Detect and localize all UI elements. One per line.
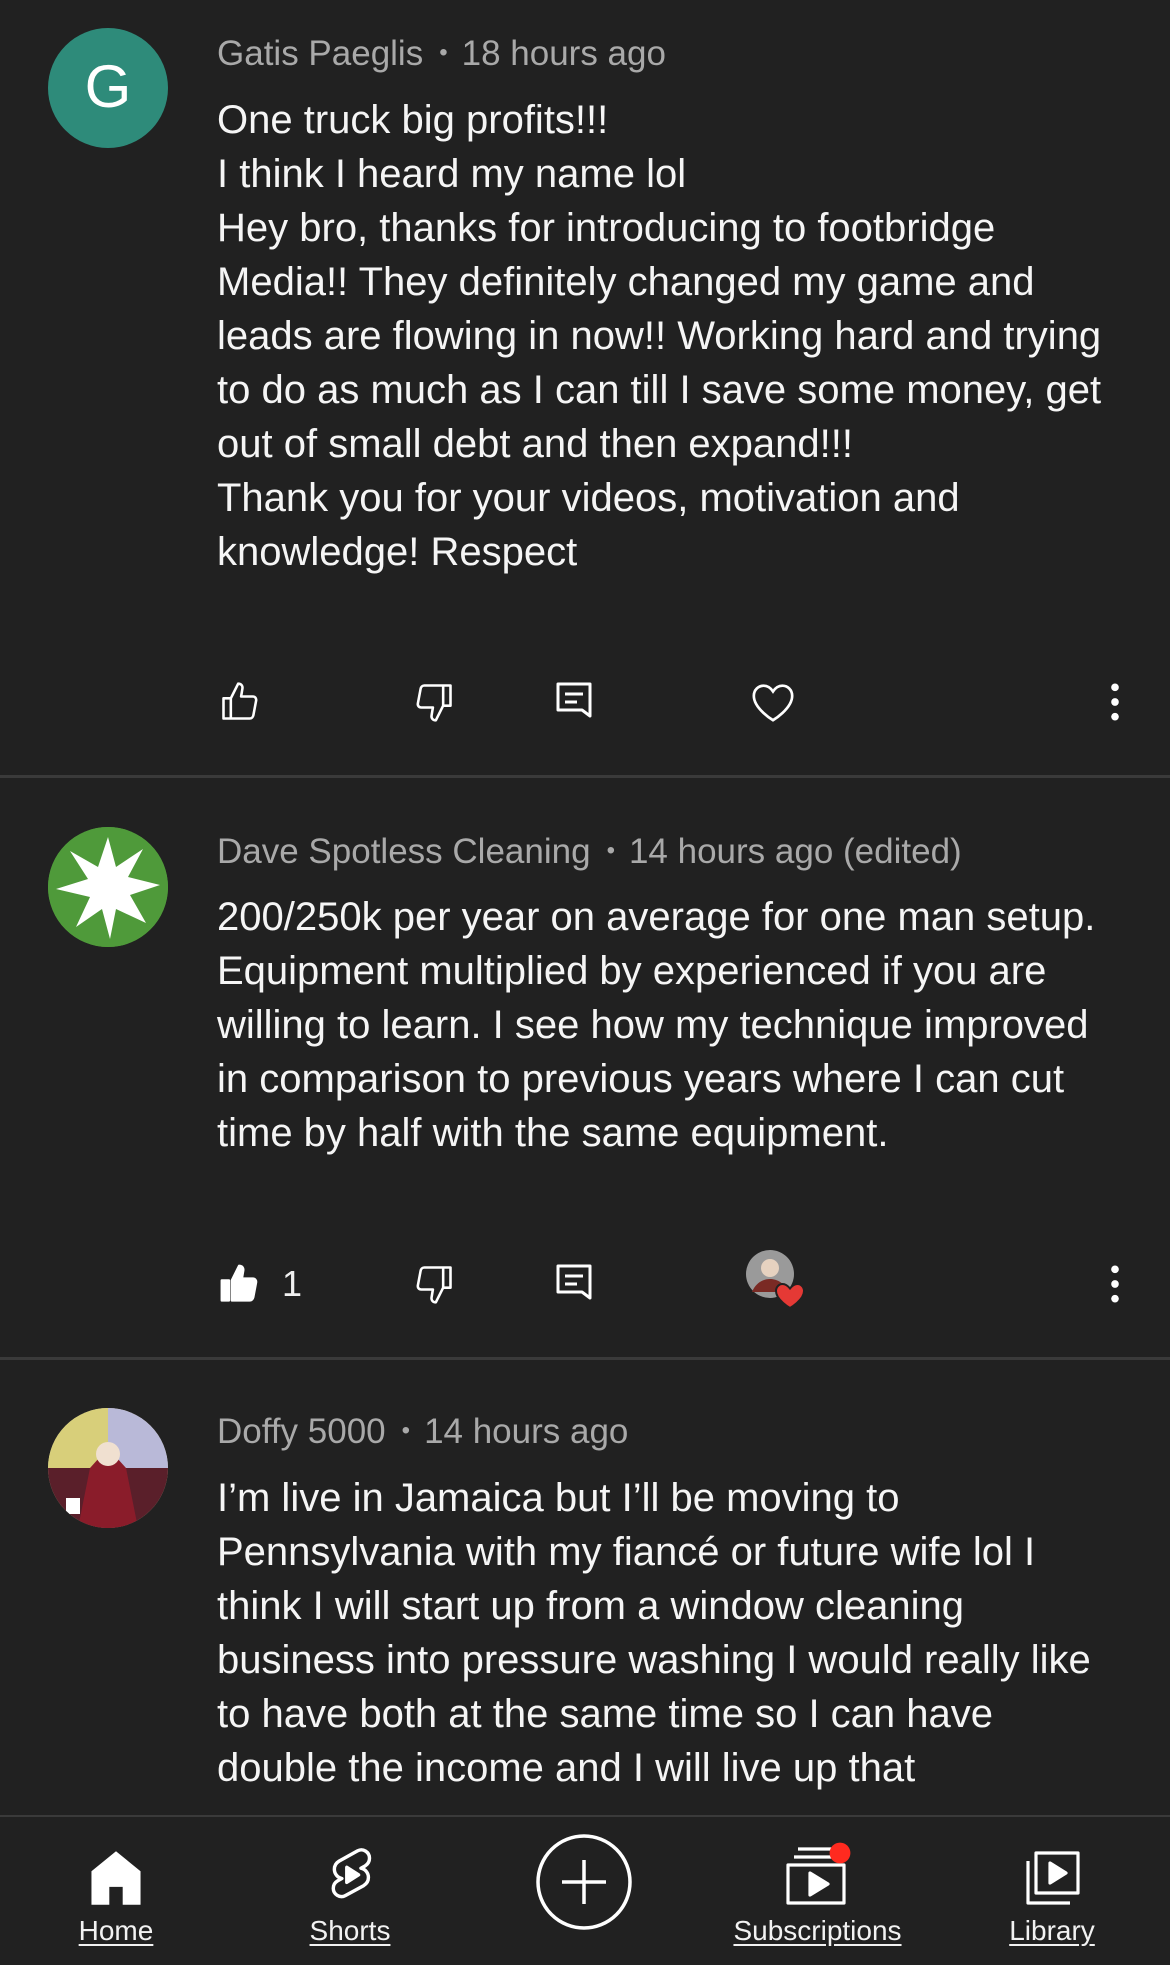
comment-item: G Gatis Paeglis • 18 hours ago One truck b… (0, 0, 1170, 778)
comment-time: 18 hours ago (461, 34, 666, 73)
bottom-navigation: Home Shorts Subscriptions Library (0, 1815, 1170, 1965)
shorts-icon (331, 1848, 372, 1899)
like-button[interactable] (218, 672, 262, 732)
reply-button[interactable] (554, 672, 594, 732)
author-name[interactable]: Gatis Paeglis (217, 34, 423, 73)
nav-label: Shorts (309, 1915, 391, 1946)
heart-icon (752, 684, 794, 722)
thumb-up-icon (222, 682, 258, 720)
nav-home[interactable]: Home (56, 1817, 176, 1965)
comment-actions: 1 (0, 1250, 1170, 1314)
more-vert-icon (1111, 1265, 1119, 1303)
more-vert-icon (1111, 683, 1119, 721)
character-avatar-image (48, 1408, 168, 1528)
author-name[interactable]: Doffy 5000 (217, 1412, 386, 1451)
comments-page: G Gatis Paeglis • 18 hours ago One truck b… (0, 0, 1170, 1965)
avatar[interactable] (48, 1408, 168, 1528)
reply-icon (556, 682, 592, 718)
comment-meta: Doffy 5000 • 14 hours ago (217, 1412, 628, 1452)
heart-button[interactable] (750, 672, 796, 732)
like-button[interactable]: 1 (218, 1254, 302, 1314)
thumb-up-icon (220, 1264, 258, 1302)
dislike-button[interactable] (412, 1254, 456, 1314)
create-plus-icon (536, 1834, 632, 1930)
reply-icon (556, 1264, 592, 1300)
separator-dot: • (401, 1417, 411, 1444)
author-name[interactable]: Dave Spotless Cleaning (217, 832, 591, 871)
separator-dot: • (606, 837, 615, 864)
comment-meta: Gatis Paeglis • 18 hours ago (217, 34, 666, 74)
creator-heart-badge (744, 1248, 808, 1312)
creator-avatar-heart-icon (746, 1250, 806, 1310)
comment-actions (0, 672, 1170, 732)
nav-shorts[interactable]: Shorts (290, 1817, 410, 1965)
nav-label: Subscriptions (733, 1915, 902, 1946)
nav-create[interactable] (534, 1817, 634, 1965)
home-icon (91, 1851, 141, 1905)
comment-meta: Dave Spotless Cleaning • 14 hours ago (edi… (217, 832, 962, 872)
comment-text: 200/250k per year on average for one man… (217, 895, 1096, 1155)
starburst-avatar-image (48, 827, 168, 947)
more-options-button[interactable] (1102, 672, 1128, 732)
avatar[interactable] (48, 827, 168, 947)
avatar[interactable]: G (48, 28, 168, 148)
notification-dot (829, 1842, 850, 1864)
thumb-down-icon (416, 684, 452, 722)
comment-text: I’m live in Jamaica but I’ll be moving t… (217, 1476, 1091, 1790)
subscriptions-icon (785, 1842, 850, 1905)
dislike-button[interactable] (412, 672, 456, 732)
like-count: 1 (282, 1263, 303, 1304)
comment-text: One truck big profits!!! I think I heard… (217, 98, 1102, 574)
library-icon (1026, 1851, 1080, 1905)
separator-dot: • (439, 39, 448, 66)
comment-time: 14 hours ago (edited) (628, 832, 962, 871)
nav-subscriptions[interactable]: Subscriptions (720, 1817, 915, 1965)
nav-label: Home (78, 1915, 154, 1946)
comment-item: Doffy 5000 • 14 hours ago I’m live in Jama… (0, 1360, 1170, 1815)
nav-library[interactable]: Library (992, 1817, 1112, 1965)
comment-item: Dave Spotless Cleaning • 14 hours ago (edi… (0, 778, 1170, 1360)
nav-label: Library (1009, 1915, 1095, 1946)
more-options-button[interactable] (1102, 1254, 1128, 1314)
comment-time: 14 hours ago (424, 1412, 629, 1451)
thumb-down-icon (416, 1266, 452, 1304)
reply-button[interactable] (554, 1254, 594, 1314)
